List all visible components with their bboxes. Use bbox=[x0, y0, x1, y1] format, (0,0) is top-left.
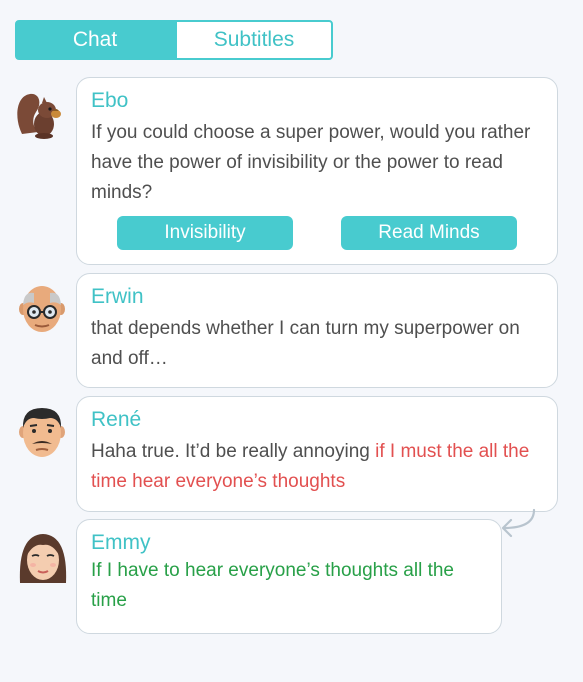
sender-name: Erwin bbox=[91, 285, 144, 308]
message-text-corrected: If I have to hear everyone’s thoughts al… bbox=[91, 560, 454, 611]
message-bubble-ebo: Ebo If you could choose a super power, w… bbox=[76, 77, 558, 265]
sender-name: Emmy bbox=[91, 531, 151, 554]
woman-avatar-icon bbox=[16, 529, 68, 583]
sender-name: René bbox=[91, 408, 142, 431]
sender-name: Ebo bbox=[91, 89, 129, 112]
man-avatar-icon bbox=[16, 404, 68, 457]
tab-chat[interactable]: Chat bbox=[15, 20, 175, 60]
choice-invisibility-button[interactable]: Invisibility bbox=[117, 216, 293, 250]
message-text: Haha true. It’d be really annoying if I … bbox=[91, 437, 543, 497]
message-text-plain: Haha true. It’d be really annoying bbox=[91, 441, 376, 462]
answer-choices: Invisibility Read Minds bbox=[117, 216, 517, 250]
message-bubble-emmy: Emmy If I have to hear everyone’s though… bbox=[76, 519, 502, 634]
message-bubble-erwin: Erwin that depends whether I can turn my… bbox=[76, 273, 558, 388]
choice-read-minds-button[interactable]: Read Minds bbox=[341, 216, 517, 250]
old-man-avatar-icon bbox=[16, 283, 68, 335]
message-text: If you could choose a super power, would… bbox=[91, 122, 531, 203]
tab-subtitles[interactable]: Subtitles bbox=[175, 20, 333, 60]
message-bubble-rene: René Haha true. It’d be really annoying … bbox=[76, 396, 558, 512]
squirrel-avatar-icon bbox=[14, 88, 66, 140]
reply-arrow-icon bbox=[496, 508, 540, 538]
message-text: that depends whether I can turn my super… bbox=[91, 318, 520, 369]
view-tabs: Chat Subtitles bbox=[15, 20, 333, 60]
